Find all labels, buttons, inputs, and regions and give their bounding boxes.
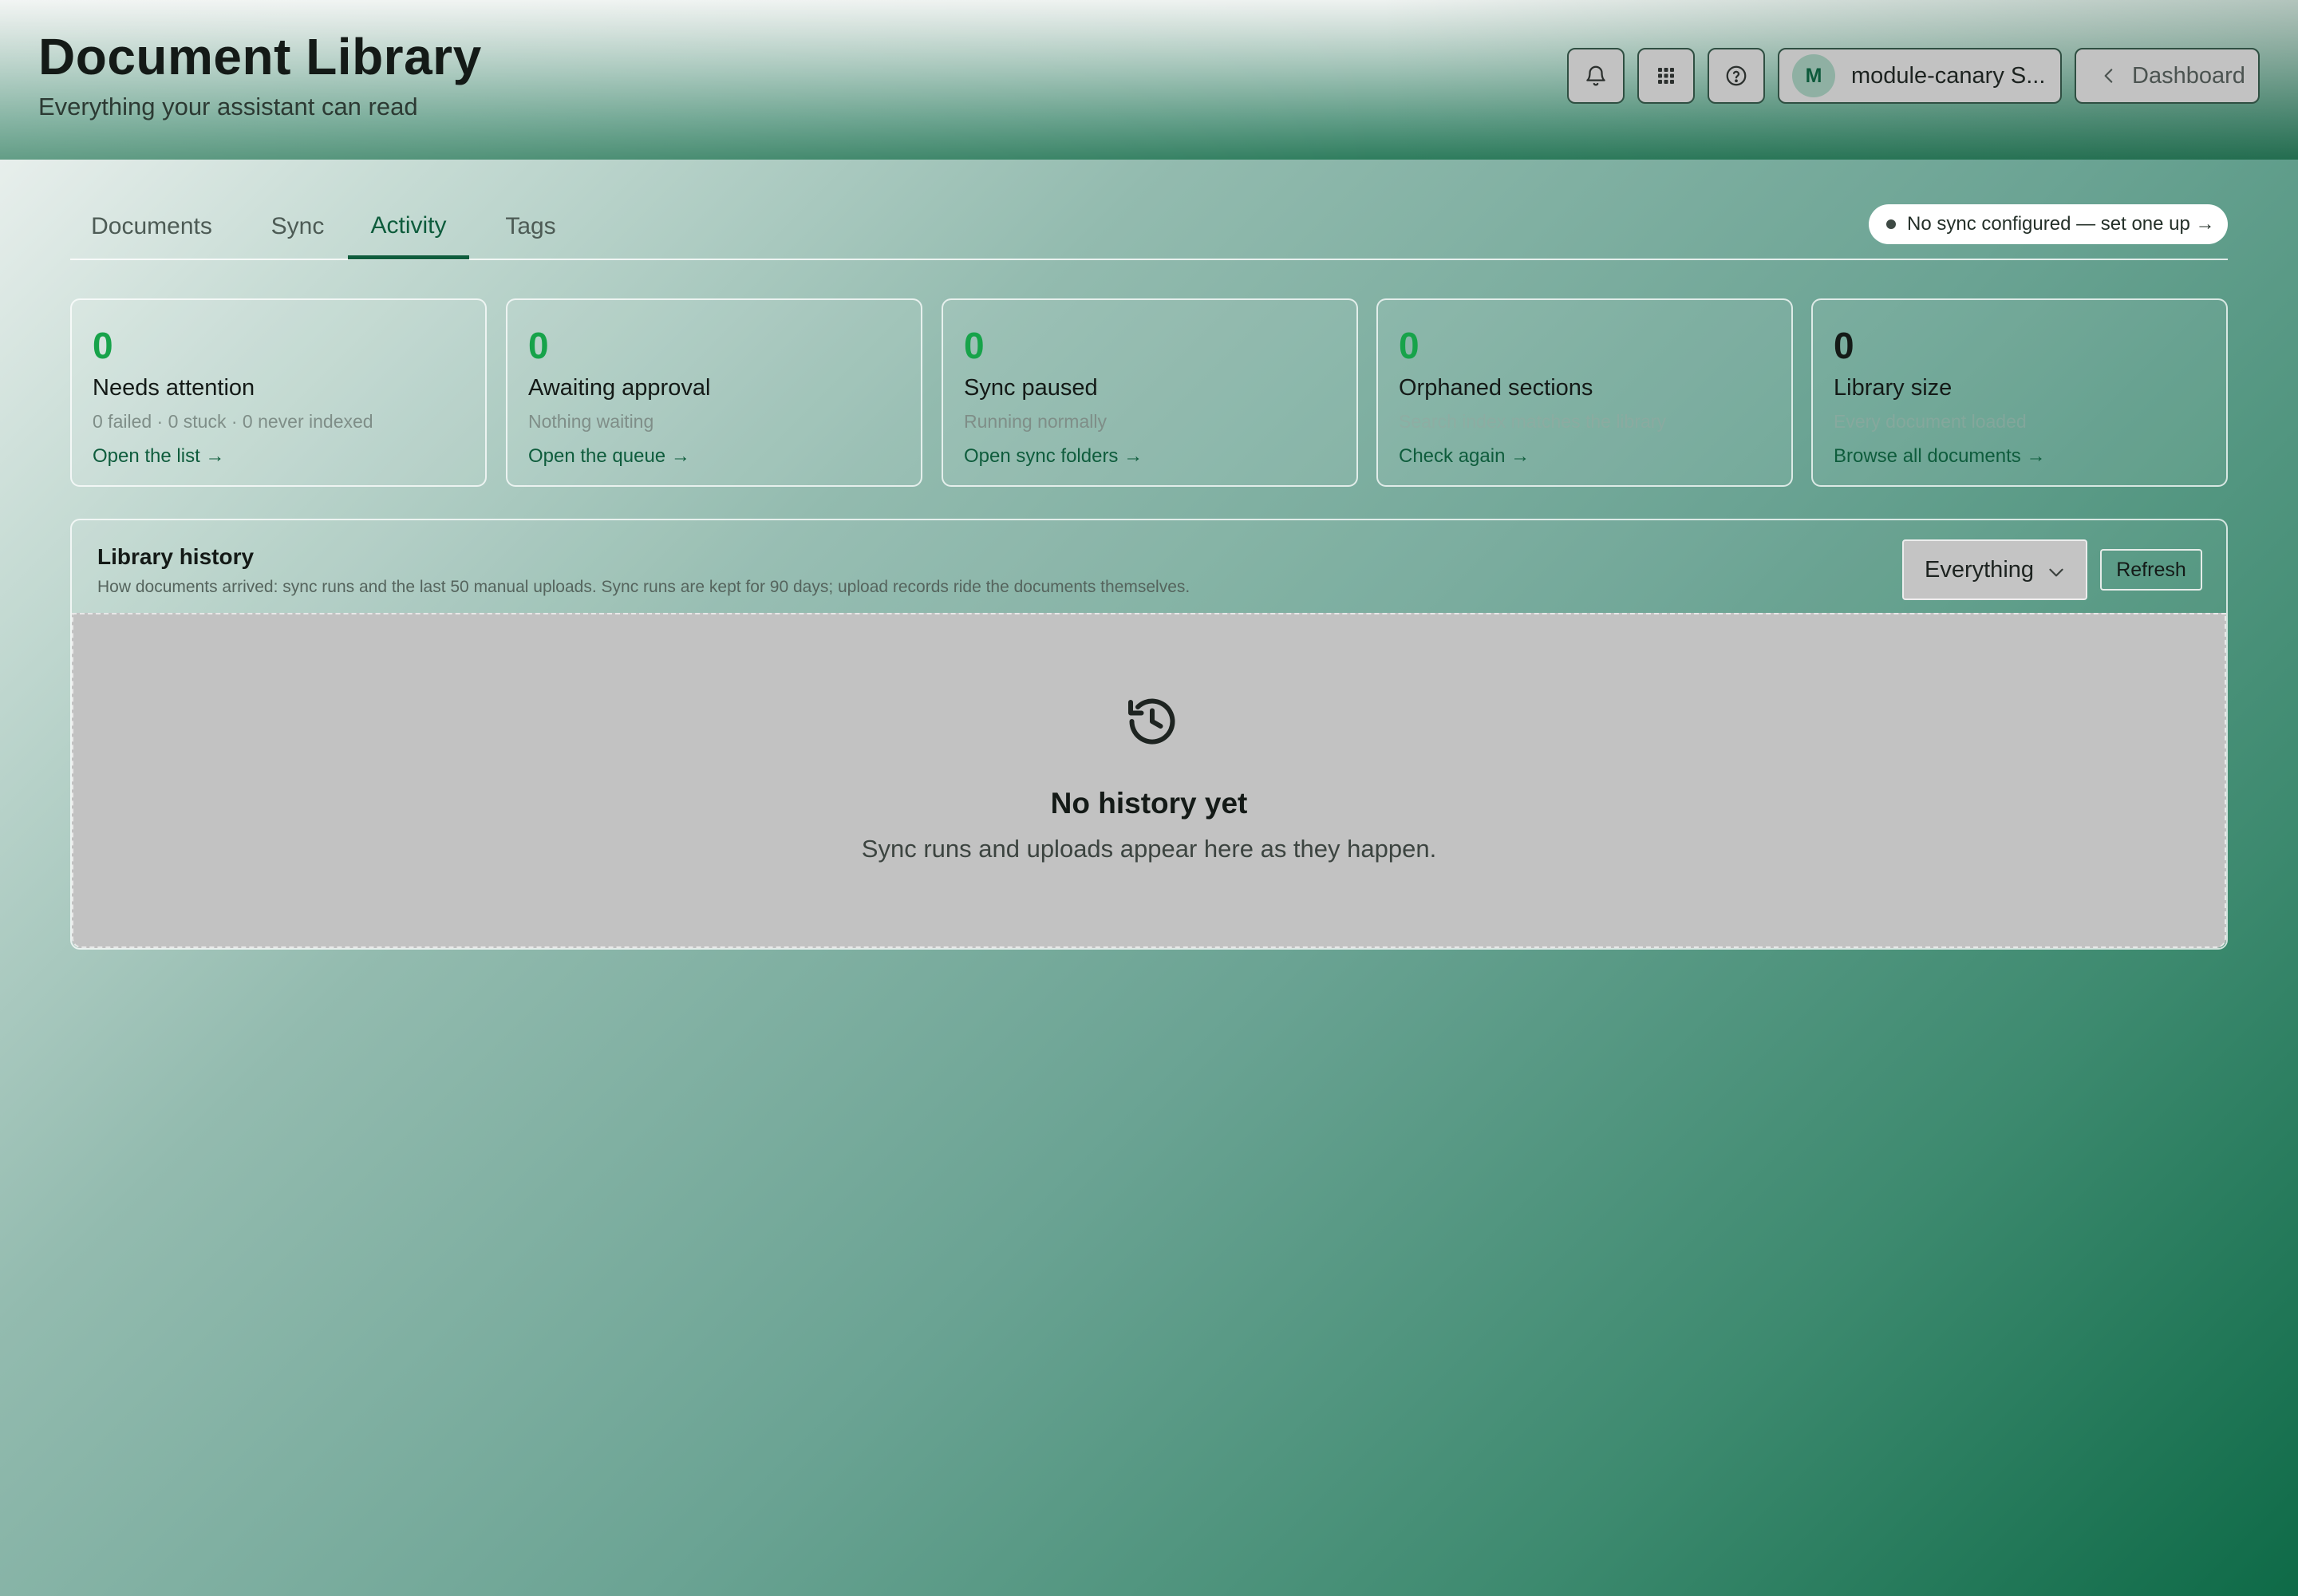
filter-value: Everything: [1925, 556, 2035, 583]
stat-detail: 0 failed · 0 stuck · 0 never indexed: [93, 411, 373, 432]
avatar: M: [1792, 54, 1835, 97]
stat-label: Library size: [1834, 375, 1953, 401]
bell-icon: [1586, 65, 1605, 86]
stat-label: Sync paused: [964, 375, 1098, 401]
status-dot: [1886, 219, 1896, 229]
account-button[interactable]: M module-canary S...: [1778, 48, 2062, 104]
tab-sync[interactable]: Sync: [246, 196, 349, 257]
history-icon: [1128, 698, 1175, 745]
stat-detail: Nothing waiting: [528, 411, 654, 432]
stat-value: 0: [1399, 325, 1419, 366]
stat-label: Needs attention: [93, 375, 255, 401]
sync-status-link[interactable]: No sync configured — set one up →: [1869, 204, 2228, 244]
sync-status-text: No sync configured — set one up →: [1907, 213, 2215, 235]
tab-bar: Documents Sync Activity Tags No sync con…: [70, 196, 2228, 260]
tab-activity[interactable]: Activity: [348, 196, 469, 259]
stat-value: 0: [528, 325, 549, 366]
stat-value: 0: [964, 325, 985, 366]
empty-title: No history yet: [1050, 787, 1248, 820]
history-filter-select[interactable]: Everything: [1902, 539, 2087, 600]
stat-detail: Search index matches the library: [1399, 411, 1666, 432]
chevron-down-icon: [2049, 568, 2063, 577]
check-again-link[interactable]: Check again →: [1399, 445, 1530, 468]
history-description: How documents arrived: sync runs and the…: [97, 578, 1190, 596]
page-subtitle: Everything your assistant can read: [38, 93, 418, 120]
dashboard-label: Dashboard: [2132, 62, 2245, 89]
page-header: Document Library Everything your assista…: [0, 0, 2298, 160]
stat-card-awaiting-approval: 0 Awaiting approval Nothing waiting Open…: [506, 298, 922, 487]
stat-card-needs-attention: 0 Needs attention 0 failed · 0 stuck · 0…: [70, 298, 487, 487]
stat-label: Orphaned sections: [1399, 375, 1593, 401]
account-name: module-canary S...: [1851, 62, 2046, 89]
tab-tags[interactable]: Tags: [479, 196, 582, 257]
stat-detail: Every document loaded: [1834, 411, 2027, 432]
stat-card-orphaned-sections: 0 Orphaned sections Search index matches…: [1376, 298, 1793, 487]
apps-button[interactable]: [1637, 48, 1695, 104]
help-icon: [1726, 65, 1747, 86]
history-title: Library history: [97, 544, 255, 569]
tab-documents[interactable]: Documents: [70, 196, 233, 257]
refresh-button[interactable]: Refresh: [2100, 549, 2202, 591]
stat-detail: Running normally: [964, 411, 1107, 432]
stat-value: 0: [1834, 325, 1854, 366]
open-sync-folders-link[interactable]: Open sync folders →: [964, 445, 1143, 468]
library-history-panel: Library history How documents arrived: s…: [70, 519, 2228, 950]
help-button[interactable]: [1708, 48, 1765, 104]
history-empty-state: No history yet Sync runs and uploads app…: [72, 613, 2226, 948]
stat-card-library-size: 0 Library size Every document loaded Bro…: [1811, 298, 2228, 487]
stat-value: 0: [93, 325, 113, 366]
open-list-link[interactable]: Open the list →: [93, 445, 224, 468]
dashboard-button[interactable]: Dashboard: [2075, 48, 2260, 104]
open-queue-link[interactable]: Open the queue →: [528, 445, 690, 468]
notifications-button[interactable]: [1567, 48, 1625, 104]
chevron-left-icon: [2104, 69, 2113, 83]
apps-grid-icon: [1658, 68, 1674, 84]
browse-documents-link[interactable]: Browse all documents →: [1834, 445, 2045, 468]
stat-label: Awaiting approval: [528, 375, 711, 401]
empty-text: Sync runs and uploads appear here as the…: [861, 835, 1437, 863]
stat-card-sync-paused: 0 Sync paused Running normally Open sync…: [942, 298, 1358, 487]
page-title: Document Library: [38, 28, 482, 85]
